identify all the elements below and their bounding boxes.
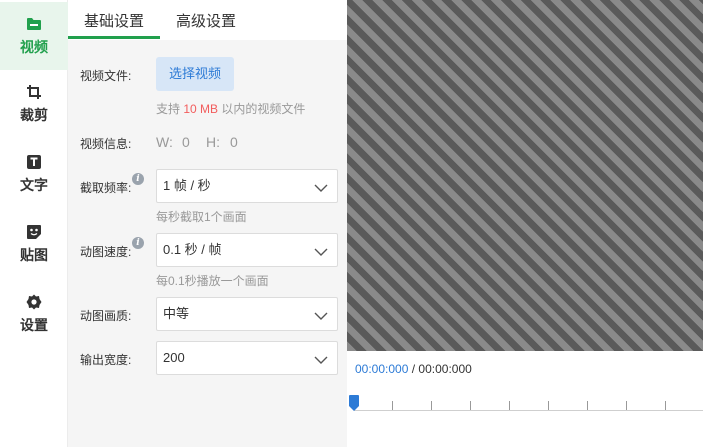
size-limit: 10 MB bbox=[183, 102, 219, 116]
timeline-tick bbox=[665, 401, 666, 410]
timecode: 00:00:000 / 00:00:000 bbox=[355, 362, 472, 376]
chevron-down-icon bbox=[314, 309, 328, 320]
capture-rate-value: 1 帧 / 秒 bbox=[163, 178, 211, 193]
gif-speed-value: 0.1 秒 / 帧 bbox=[163, 242, 222, 257]
text-icon bbox=[25, 153, 43, 171]
sidebar: 视频 裁剪 文字 贴图 设置 bbox=[0, 0, 68, 447]
sidebar-item-sticker[interactable]: 贴图 bbox=[0, 210, 68, 278]
timeline-tick bbox=[509, 401, 510, 410]
video-file-label: 视频文件: bbox=[80, 69, 132, 83]
gear-icon bbox=[25, 293, 43, 311]
sidebar-item-label: 贴图 bbox=[20, 247, 48, 263]
chevron-down-icon bbox=[314, 181, 328, 192]
chevron-down-icon bbox=[314, 245, 328, 256]
settings-tabs: 基础设置 高级设置 bbox=[68, 0, 347, 40]
tab-advanced-settings[interactable]: 高级设置 bbox=[160, 0, 252, 40]
current-time: 00:00:000 bbox=[355, 362, 409, 376]
output-width-label: 输出宽度: bbox=[80, 353, 132, 367]
timeline-tick bbox=[587, 401, 588, 410]
sidebar-item-text[interactable]: 文字 bbox=[0, 140, 68, 208]
sidebar-item-video[interactable]: 视频 bbox=[0, 2, 68, 70]
timeline-tick bbox=[626, 401, 627, 410]
tab-basic-settings[interactable]: 基础设置 bbox=[68, 0, 160, 40]
capture-rate-hint: 每秒截取1个画面 bbox=[156, 210, 247, 224]
settings-panel: 基础设置 高级设置 视频文件: 选择视频 支持 10 MB 以内的视频文件 视频… bbox=[68, 0, 347, 447]
capture-rate-label: 截取频率: bbox=[80, 181, 132, 195]
output-width-value: 200 bbox=[163, 350, 185, 365]
hint-suffix: 以内的视频文件 bbox=[221, 102, 306, 116]
chevron-down-icon bbox=[314, 353, 328, 364]
info-icon[interactable]: i bbox=[132, 237, 144, 249]
sidebar-item-label: 文字 bbox=[20, 177, 48, 193]
gif-speed-label: 动图速度: bbox=[80, 245, 132, 259]
active-tab-indicator bbox=[68, 36, 160, 39]
timeline-ruler[interactable] bbox=[354, 410, 703, 411]
timeline-tick bbox=[548, 401, 549, 410]
gif-quality-select[interactable]: 中等 bbox=[156, 297, 338, 331]
info-icon[interactable]: i bbox=[132, 173, 144, 185]
gif-speed-hint: 每0.1秒播放一个画面 bbox=[156, 274, 269, 288]
total-time: 00:00:000 bbox=[418, 362, 472, 376]
video-preview bbox=[347, 0, 703, 351]
sidebar-item-label: 裁剪 bbox=[20, 107, 48, 123]
timeline-tick bbox=[431, 401, 432, 410]
video-info-label: 视频信息: bbox=[80, 137, 132, 151]
timeline-tick bbox=[392, 401, 393, 410]
hint-prefix: 支持 bbox=[156, 102, 181, 116]
gif-quality-label: 动图画质: bbox=[80, 309, 132, 323]
sidebar-item-crop[interactable]: 裁剪 bbox=[0, 70, 68, 138]
video-width-value: 0 bbox=[182, 134, 190, 150]
sidebar-item-label: 视频 bbox=[20, 39, 48, 55]
choose-video-button[interactable]: 选择视频 bbox=[156, 57, 234, 91]
sidebar-item-settings[interactable]: 设置 bbox=[0, 280, 68, 348]
capture-rate-select[interactable]: 1 帧 / 秒 bbox=[156, 169, 338, 203]
folder-video-icon bbox=[25, 15, 43, 33]
video-width-label: W: bbox=[156, 134, 173, 150]
timeline-tick bbox=[470, 401, 471, 410]
gif-quality-value: 中等 bbox=[163, 306, 190, 321]
sidebar-item-label: 设置 bbox=[20, 317, 48, 333]
video-height-label: H: bbox=[206, 134, 220, 150]
time-separator: / bbox=[411, 362, 416, 376]
crop-icon bbox=[25, 83, 43, 101]
playhead-handle[interactable] bbox=[349, 395, 359, 411]
output-width-select[interactable]: 200 bbox=[156, 341, 338, 375]
file-size-hint: 支持 10 MB 以内的视频文件 bbox=[156, 100, 305, 117]
gif-speed-select[interactable]: 0.1 秒 / 帧 bbox=[156, 233, 338, 267]
sticker-icon bbox=[25, 223, 43, 241]
video-height-value: 0 bbox=[230, 134, 238, 150]
timeline: 00:00:000 / 00:00:000 bbox=[347, 351, 703, 447]
